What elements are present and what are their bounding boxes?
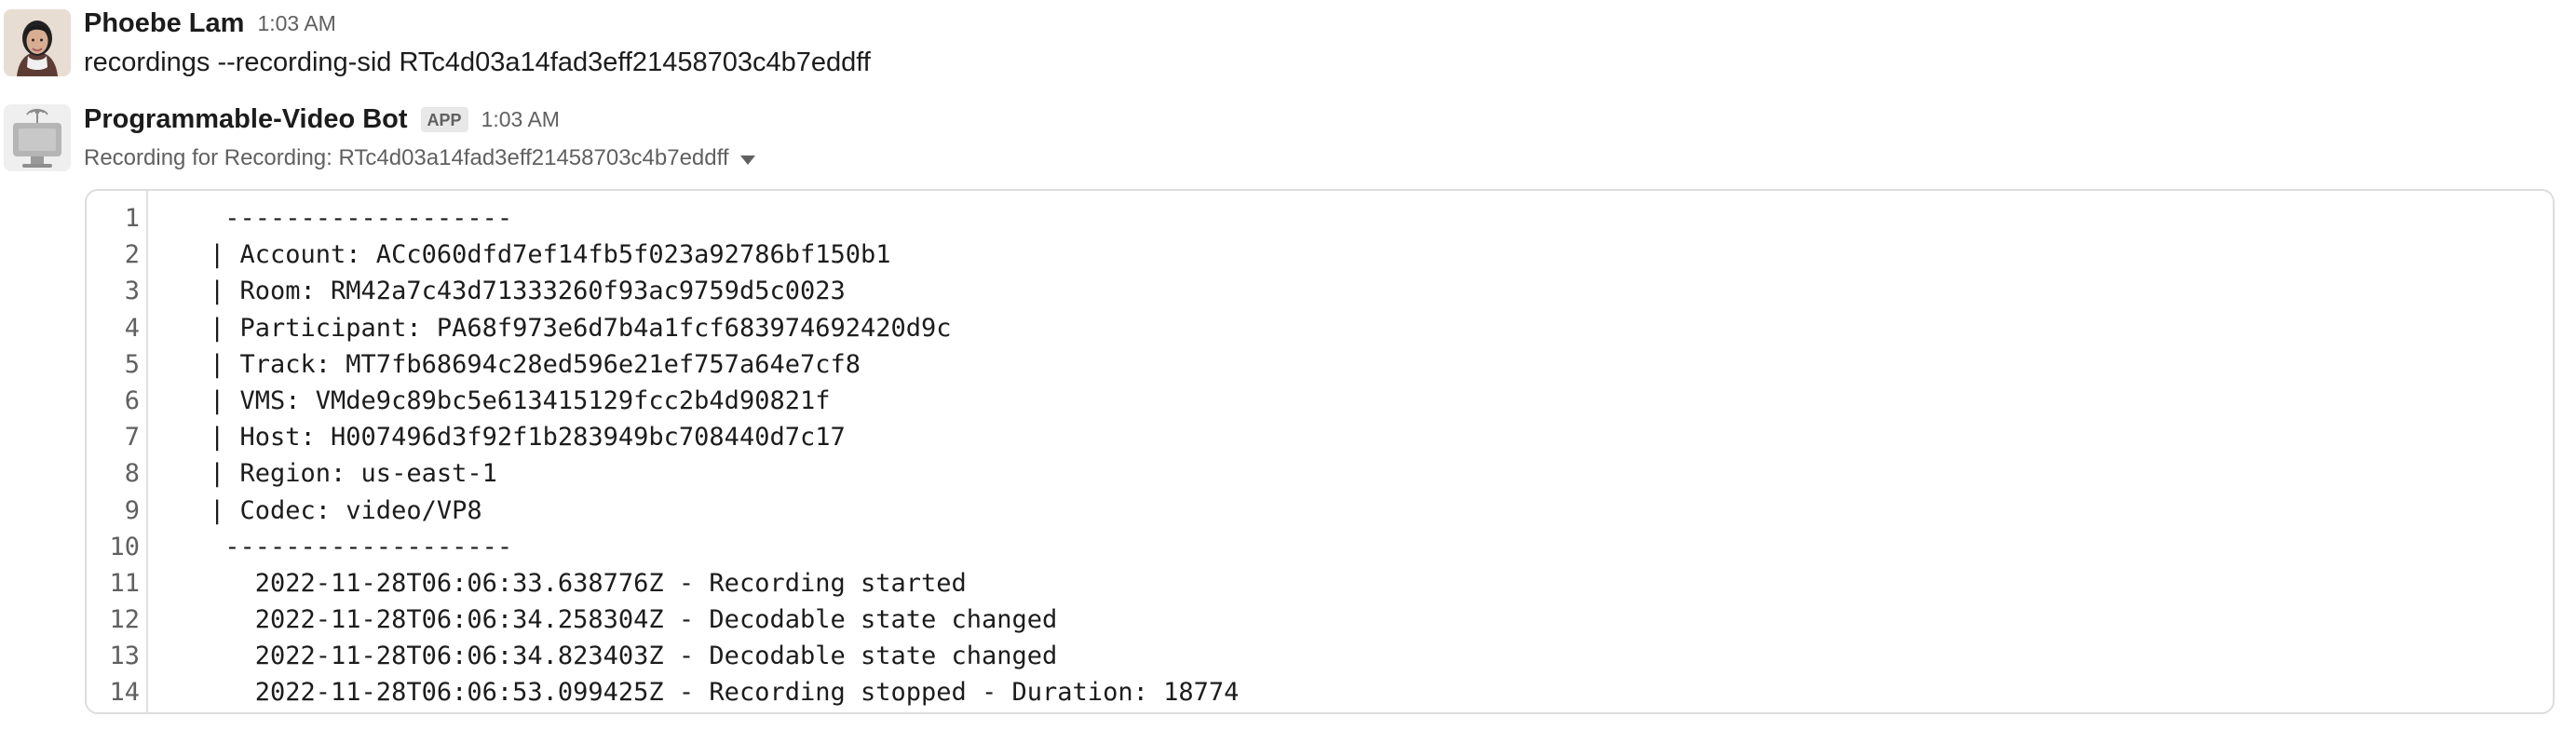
line-number: 1 bbox=[124, 204, 140, 233]
line-number: 14 bbox=[109, 678, 140, 708]
code-line: | Account: ACc060dfd7ef14fb5f023a92786bf… bbox=[210, 240, 891, 270]
code-line: | Track: MT7fb68694c28ed596e21ef757a64e7… bbox=[210, 349, 861, 379]
code-line: | Room: RM42a7c43d71333260f93ac9759d5c00… bbox=[210, 277, 846, 306]
code-line: 2022-11-28T06:06:33.638776Z - Recording … bbox=[210, 568, 967, 598]
avatar[interactable] bbox=[4, 9, 71, 76]
author-name[interactable]: Programmable-Video Bot bbox=[84, 106, 408, 133]
bot-avatar-icon bbox=[4, 104, 71, 171]
app-badge: APP bbox=[420, 107, 468, 132]
chevron-down-icon[interactable] bbox=[739, 155, 755, 165]
code-line: | Codec: video/VP8 bbox=[210, 495, 482, 525]
code-line: 2022-11-28T06:06:34.823403Z - Decodable … bbox=[210, 642, 1058, 671]
code-lines: ------------------- | Account: ACc060dfd7… bbox=[210, 200, 1239, 711]
message-timestamp[interactable]: 1:03 AM bbox=[481, 109, 560, 130]
line-number: 13 bbox=[109, 642, 140, 671]
code-line: | Host: H007496d3f92f1b283949bc708440d7c… bbox=[210, 423, 846, 453]
line-number: 8 bbox=[124, 459, 140, 489]
message-timestamp[interactable]: 1:03 AM bbox=[257, 13, 335, 34]
user-avatar-image bbox=[4, 9, 71, 76]
line-number: 6 bbox=[124, 385, 140, 415]
line-number: 5 bbox=[124, 349, 140, 379]
line-number: 7 bbox=[124, 423, 140, 453]
code-line: | Region: us-east-1 bbox=[210, 459, 497, 489]
line-numbers: 1 2 3 4 5 6 7 8 9 10 11 12 13 14 bbox=[87, 200, 140, 711]
code-line: | VMS: VMde9c89bc5e613415129fcc2b4d90821… bbox=[210, 385, 831, 415]
attachment-title-text: Recording for Recording: RTc4d03a14fad3e… bbox=[84, 145, 729, 170]
message-header: Phoebe Lam 1:03 AM bbox=[84, 10, 336, 37]
attachment-title[interactable]: Recording for Recording: RTc4d03a14fad3e… bbox=[84, 145, 755, 171]
line-number: 10 bbox=[109, 532, 140, 561]
line-number: 11 bbox=[109, 568, 140, 598]
code-line: ------------------- bbox=[210, 532, 513, 561]
message-text: recordings --recording-sid RTc4d03a14fad… bbox=[84, 47, 871, 77]
line-number: 4 bbox=[124, 313, 140, 343]
line-number-gutter: 1 2 3 4 5 6 7 8 9 10 11 12 13 14 bbox=[87, 191, 148, 712]
code-line: 2022-11-28T06:06:53.099425Z - Recording … bbox=[210, 678, 1240, 708]
line-number: 9 bbox=[124, 495, 140, 525]
line-number: 12 bbox=[109, 605, 140, 635]
line-number: 3 bbox=[124, 277, 140, 306]
avatar[interactable] bbox=[4, 104, 71, 171]
line-number: 2 bbox=[124, 240, 140, 270]
code-line: | Participant: PA68f973e6d7b4a1fcf683974… bbox=[210, 313, 952, 343]
code-snippet: 1 2 3 4 5 6 7 8 9 10 11 12 13 14 ------------------- |… bbox=[85, 189, 2555, 714]
message-header: Programmable-Video Bot APP 1:03 AM bbox=[84, 106, 560, 133]
code-line: 2022-11-28T06:06:34.258304Z - Decodable … bbox=[210, 605, 1058, 635]
author-name[interactable]: Phoebe Lam bbox=[84, 10, 244, 37]
code-line: ------------------- bbox=[210, 204, 513, 233]
